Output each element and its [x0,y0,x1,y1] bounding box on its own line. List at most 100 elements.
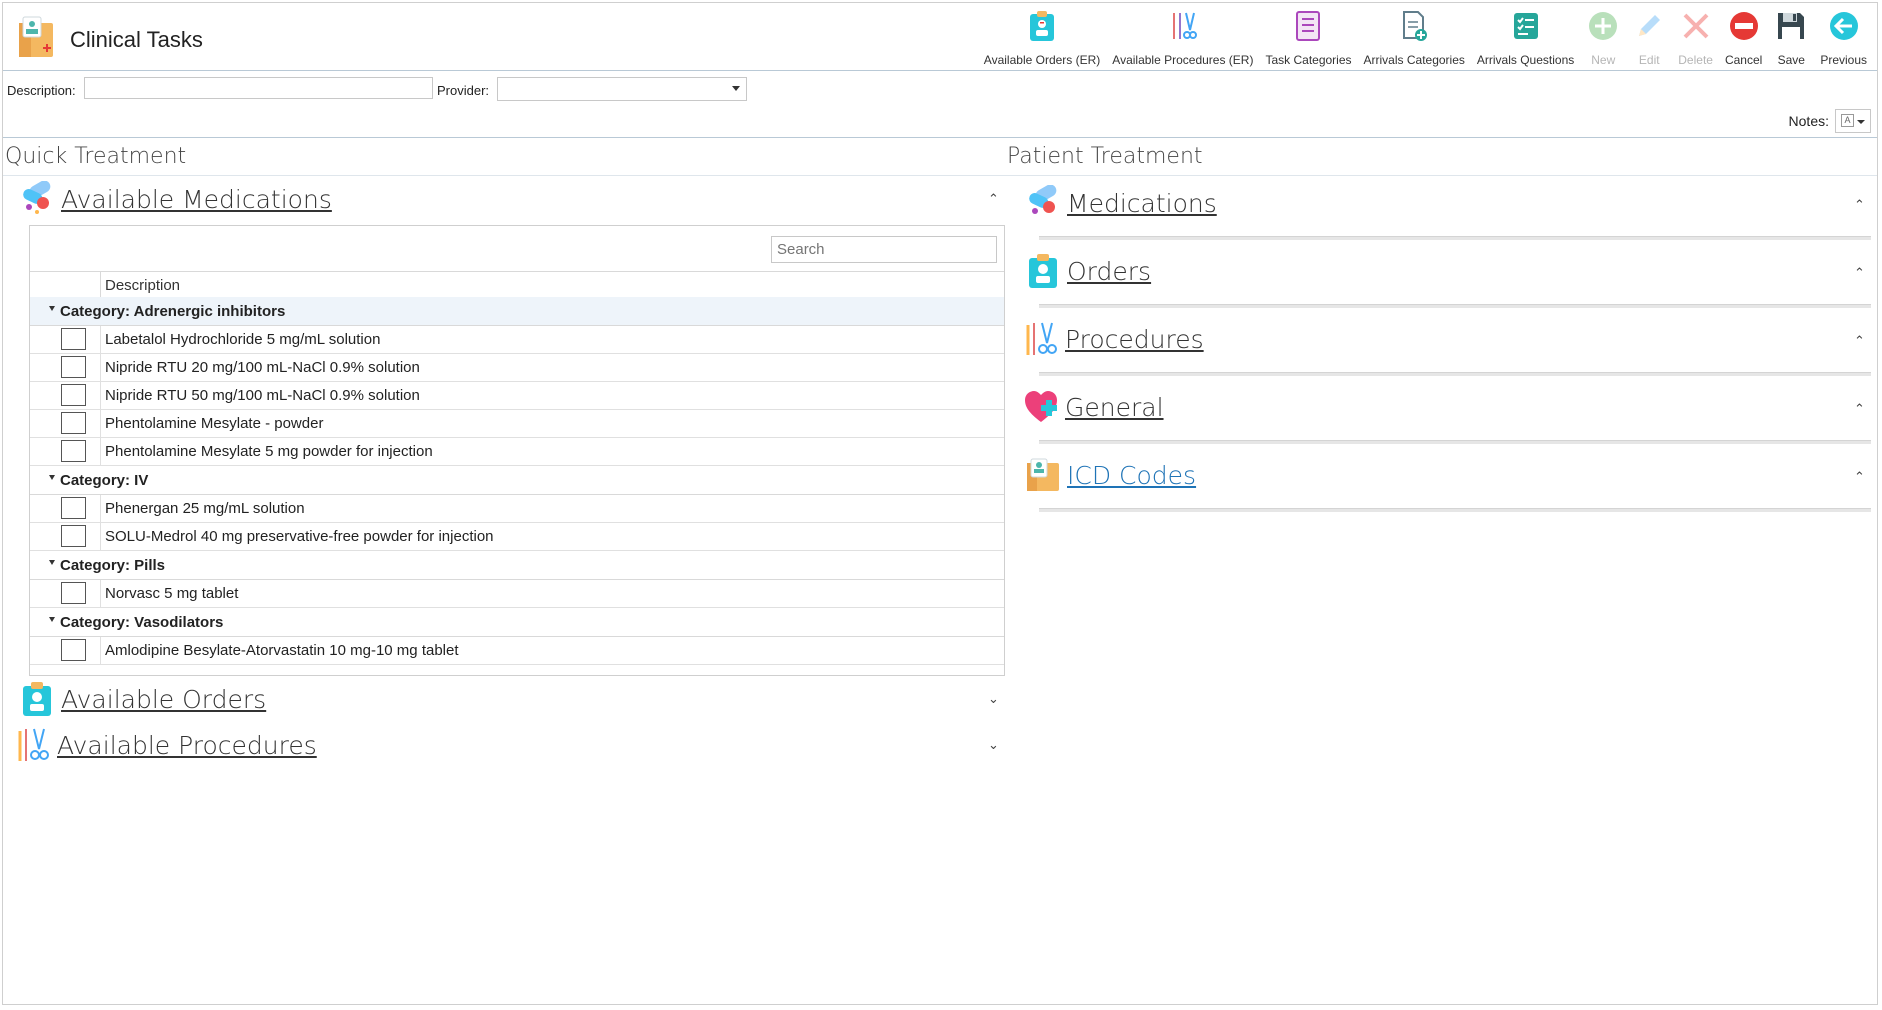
chevron-up-icon[interactable]: ⌃ [988,191,999,207]
search-input[interactable] [771,236,997,263]
chevron-down-icon[interactable]: ⌄ [988,737,999,753]
arrivals-questions-button[interactable]: Arrivals Questions [1471,9,1580,67]
description-column-header[interactable]: Description [105,277,180,294]
column-separator [100,354,101,381]
available-medications-header[interactable]: Available Medications [19,181,332,217]
row-checkbox[interactable] [61,440,86,462]
collapse-triangle-icon[interactable] [49,475,55,480]
chevron-up-icon[interactable]: ⌃ [1854,265,1865,281]
orders-header[interactable]: Orders [1025,253,1151,289]
available-orders-header[interactable]: Available Orders [19,681,266,717]
table-row[interactable]: Phentolamine Mesylate 5 mg powder for in… [30,438,1004,466]
edit-button[interactable]: Edit [1626,9,1672,67]
divider [3,175,1877,176]
medical-folder-icon [1027,458,1059,491]
column-separator [100,272,101,297]
medication-description: Norvasc 5 mg tablet [105,585,239,602]
row-checkbox[interactable] [61,639,86,661]
table-row[interactable]: SOLU-Medrol 40 mg preservative-free powd… [30,523,1004,551]
description-input[interactable] [84,77,433,99]
save-button[interactable]: Save [1768,9,1814,67]
delete-button[interactable]: Delete [1672,9,1719,67]
procedures-header[interactable]: Procedures [1023,321,1204,357]
medical-folder-icon [19,16,53,57]
notes-row: Notes: A [1789,109,1871,133]
column-separator [100,326,101,353]
row-checkbox[interactable] [61,525,86,547]
new-button[interactable]: New [1580,9,1626,67]
category-row[interactable]: Category: Pills [30,551,1004,580]
medication-description: Nipride RTU 50 mg/100 mL-NaCl 0.9% solut… [105,387,420,404]
toolbar-button-label: Task Categories [1265,53,1352,67]
app-title: Clinical Tasks [70,27,203,52]
collapse-triangle-icon[interactable] [49,306,55,311]
section-divider [1039,372,1871,376]
column-separator [100,580,101,607]
chevron-down-icon[interactable]: ⌄ [988,691,999,707]
table-row[interactable]: Labetalol Hydrochloride 5 mg/mL solution [30,326,1004,354]
category-row[interactable]: Category: Vasodilators [30,608,1004,637]
toolbar: Available Orders (ER) Available Procedur… [978,9,1873,67]
provider-select[interactable] [497,77,747,101]
chevron-up-icon[interactable]: ⌃ [1854,469,1865,485]
row-checkbox[interactable] [61,384,86,406]
section-title: Available Medications [61,184,332,214]
checklist-add-icon [1509,9,1543,43]
category-row[interactable]: Category: IV [30,466,1004,495]
table-row[interactable]: Amlodipine Besylate-Atorvastatin 10 mg-1… [30,637,1004,665]
collapse-triangle-icon[interactable] [49,560,55,565]
section-title: Procedures [1065,324,1204,354]
provider-label: Provider: [437,83,490,98]
column-separator [100,410,101,437]
document-add-icon [1397,9,1431,43]
description-label: Description: [7,83,76,98]
category-label: Category: Pills [60,557,166,574]
arrivals-categories-button[interactable]: Arrivals Categories [1358,9,1471,67]
clipboard-icon [1025,9,1059,43]
general-header[interactable]: General [1023,389,1164,425]
column-separator [100,523,101,550]
toolbar-button-label: Edit [1638,53,1660,67]
medications-grid: Description Category: Adrenergic inhibit… [29,225,1005,676]
table-row[interactable]: Phentolamine Mesylate - powder [30,410,1004,438]
medication-description: Nipride RTU 20 mg/100 mL-NaCl 0.9% solut… [105,359,420,376]
row-checkbox[interactable] [61,412,86,434]
available-procedures-er-button[interactable]: Available Procedures (ER) [1106,9,1259,67]
x-icon [1679,9,1713,43]
plus-circle-icon [1586,9,1620,43]
dropdown-arrow-icon [732,86,740,91]
chevron-up-icon[interactable]: ⌃ [1854,333,1865,349]
toolbar-button-label: Previous [1820,53,1867,67]
row-checkbox[interactable] [61,328,86,350]
task-categories-button[interactable]: Task Categories [1259,9,1357,67]
row-checkbox[interactable] [61,497,86,519]
category-label: Category: Adrenergic inhibitors [60,303,286,320]
notes-dropdown-button[interactable]: A [1835,109,1871,133]
table-row[interactable]: Phenergan 25 mg/mL solution [30,495,1004,523]
pills-icon [23,181,51,214]
collapse-triangle-icon[interactable] [49,617,55,622]
filter-row: Description: Provider: [3,77,1877,103]
section-divider [1039,236,1871,240]
row-checkbox[interactable] [61,582,86,604]
medications-header[interactable]: Medications [1025,185,1217,221]
floppy-disk-icon [1774,9,1808,43]
previous-button[interactable]: Previous [1814,9,1873,67]
medication-description: SOLU-Medrol 40 mg preservative-free powd… [105,528,494,545]
table-row[interactable]: Norvasc 5 mg tablet [30,580,1004,608]
icd-codes-header[interactable]: ICD Codes [1025,457,1196,493]
surgical-tools-icon [1166,9,1200,43]
notes-icon: A [1841,114,1854,127]
table-row[interactable]: Nipride RTU 50 mg/100 mL-NaCl 0.9% solut… [30,382,1004,410]
heart-plus-icon [1025,391,1057,422]
chevron-up-icon[interactable]: ⌃ [1854,197,1865,213]
dropdown-arrow-icon [1857,120,1865,124]
available-orders-er-button[interactable]: Available Orders (ER) [978,9,1106,67]
category-row[interactable]: Category: Adrenergic inhibitors [30,297,1004,326]
row-checkbox[interactable] [61,356,86,378]
cancel-button[interactable]: Cancel [1719,9,1768,67]
chevron-up-icon[interactable]: ⌃ [1854,401,1865,417]
table-row[interactable]: Nipride RTU 20 mg/100 mL-NaCl 0.9% solut… [30,354,1004,382]
available-procedures-header[interactable]: Available Procedures [15,727,317,763]
checklist-icon [1291,9,1325,43]
